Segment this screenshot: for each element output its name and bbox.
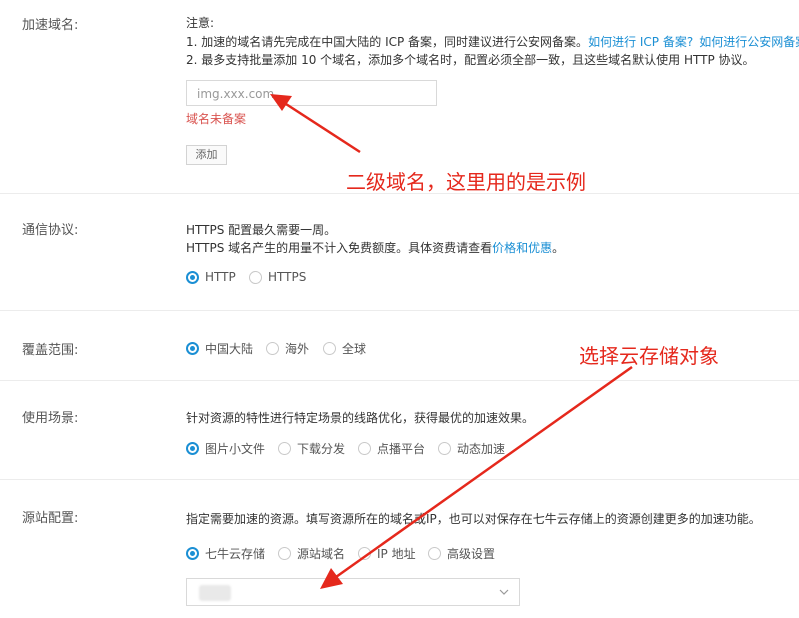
arrow-to-bucket-select: [320, 365, 633, 589]
arrow-to-domain-input: [270, 94, 361, 154]
annotation-arrows: [270, 94, 633, 589]
